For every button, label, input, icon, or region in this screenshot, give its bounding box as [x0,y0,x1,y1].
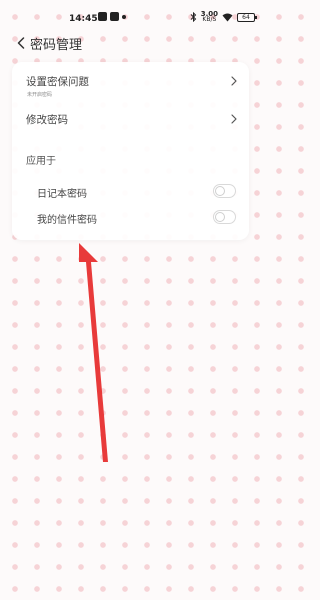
apply-item-diary: 日记本密码 [12,180,249,204]
system-indicators: 3.00 KB/S 64 [190,11,257,23]
title-bar: 密码管理 [0,28,269,58]
apply-to-label: 应用于 [26,156,56,167]
apply-item-diary-label: 日记本密码 [37,189,87,200]
toggle-knob [215,212,225,222]
battery-icon: 64 [237,12,257,22]
network-speed: 3.00 KB/S [201,11,218,23]
notification-icons [98,12,126,21]
letters-password-toggle[interactable] [213,210,236,224]
back-arrow-icon[interactable] [14,35,28,51]
change-password-row[interactable]: 修改密码 [12,106,249,134]
bluetooth-icon [190,12,196,22]
notification-dot-icon [122,15,126,19]
security-question-label: 设置密保问题 [26,76,89,88]
chevron-right-icon [230,76,238,86]
chevron-right-icon [230,114,238,124]
apply-item-letters-label: 我的信件密码 [37,215,97,226]
diary-password-toggle[interactable] [213,184,236,198]
password-settings-card: 设置密保问题 未开启密码 修改密码 应用于 日记本密码 我的信件密码 [12,62,249,240]
security-question-row[interactable]: 设置密保问题 未开启密码 [12,66,249,104]
wifi-icon [222,13,233,21]
network-speed-unit: KB/S [202,16,217,23]
status-time: 14:45 [69,14,98,24]
wechat-icon [110,12,119,21]
toggle-knob [215,186,225,196]
change-password-label: 修改密码 [26,114,68,126]
security-question-status: 未开启密码 [27,92,53,98]
page-title: 密码管理 [30,38,83,53]
apply-item-letters: 我的信件密码 [12,207,249,231]
tiktok-icon [98,12,107,21]
